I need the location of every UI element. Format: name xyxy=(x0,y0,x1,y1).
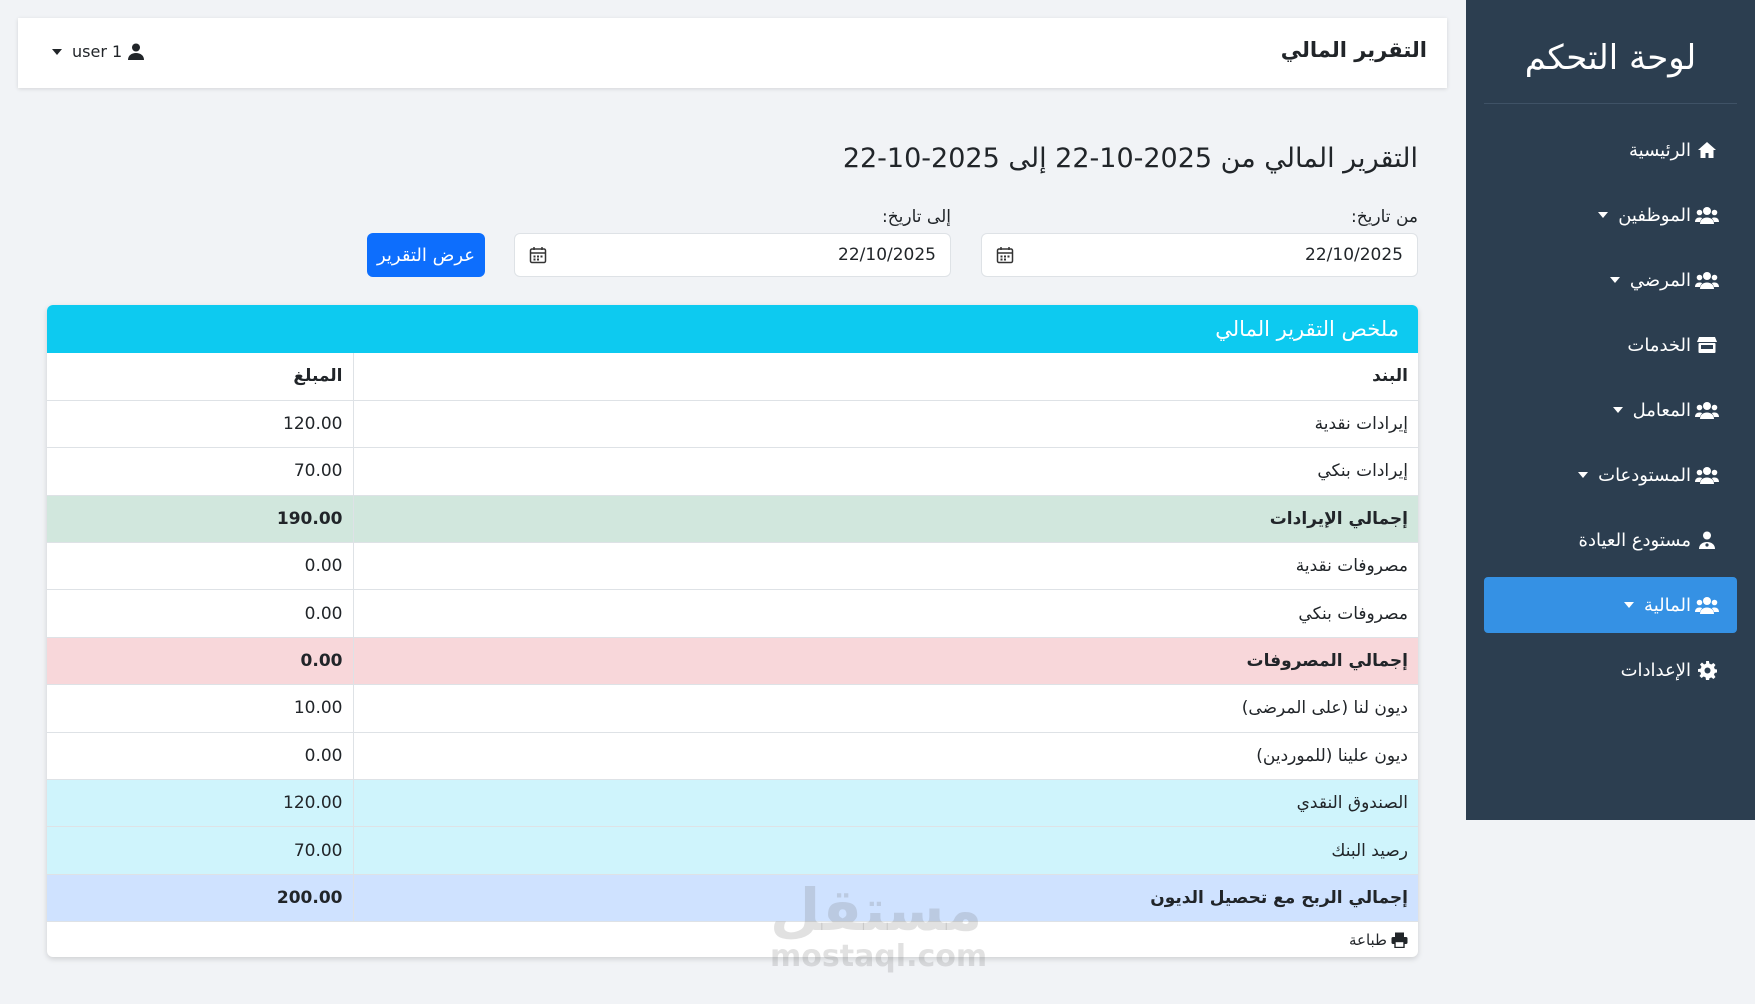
printer-icon xyxy=(1391,932,1408,949)
sidebar-item-label: الموظفين xyxy=(1618,204,1691,226)
table-row: 0.00 إجمالي المصروفات xyxy=(47,637,1418,686)
sidebar-item-label: مستودع العيادة xyxy=(1578,529,1691,551)
sidebar-item-0[interactable]: الرئيسية xyxy=(1484,122,1737,178)
store-icon xyxy=(1695,335,1719,355)
row-item: ديون علينا (للموردين) xyxy=(353,732,1418,781)
row-amount: 0.00 xyxy=(47,732,354,781)
table-row: 120.00 الصندوق النقدي xyxy=(47,779,1418,828)
chevron-down-icon xyxy=(1624,602,1635,608)
sidebar-item-3[interactable]: الخدمات xyxy=(1484,317,1737,373)
summary-table: المبلغ البند 120.00 إيرادات نقدية 70.00 إير… xyxy=(47,353,1418,923)
row-item: إيرادات نقدية xyxy=(353,400,1418,449)
users-icon xyxy=(1695,205,1719,225)
calendar-icon[interactable] xyxy=(996,246,1014,264)
sidebar-item-6[interactable]: مستودع العيادة xyxy=(1484,512,1737,568)
sidebar-item-8[interactable]: الإعدادات xyxy=(1484,642,1737,698)
row-item: رصيد البنك xyxy=(353,826,1418,875)
user-name: user 1 xyxy=(72,42,123,61)
table-row: 0.00 مصروفات بنكي xyxy=(47,589,1418,638)
show-report-button[interactable]: عرض التقرير xyxy=(367,233,485,277)
sidebar-item-label: الرئيسية xyxy=(1629,139,1691,161)
chevron-down-icon xyxy=(1612,407,1623,413)
watermark-english: mostaql.com xyxy=(770,939,988,974)
sidebar-item-2[interactable]: المرضي xyxy=(1484,252,1737,308)
row-item: إجمالي المصروفات xyxy=(353,637,1418,686)
table-row: 0.00 مصروفات نقدية xyxy=(47,542,1418,591)
table-row: 70.00 رصيد البنك xyxy=(47,826,1418,875)
sidebar-item-label: المعامل xyxy=(1632,399,1691,421)
watermark: مستقل mostaql.com xyxy=(770,876,988,974)
sidebar-item-label: الإعدادات xyxy=(1620,659,1691,681)
row-item: إجمالي الإيرادات xyxy=(353,495,1418,544)
user-doctor-icon xyxy=(1695,530,1719,550)
gear-icon xyxy=(1695,660,1719,680)
row-amount: 120.00 xyxy=(47,779,354,828)
table-row: 190.00 إجمالي الإيرادات xyxy=(47,495,1418,544)
users-icon xyxy=(1695,465,1719,485)
from-date-label: من تاريخ: xyxy=(1350,207,1418,227)
column-header-amount: المبلغ xyxy=(47,353,354,401)
table-header-row: المبلغ البند xyxy=(47,353,1418,401)
row-amount: 120.00 xyxy=(47,400,354,449)
sidebar-item-5[interactable]: المستودعات xyxy=(1484,447,1737,503)
to-date-label: إلى تاريخ: xyxy=(881,207,951,227)
row-amount: 0.00 xyxy=(47,589,354,638)
row-amount: 190.00 xyxy=(47,495,354,544)
table-row: 120.00 إيرادات نقدية xyxy=(47,400,1418,449)
row-item: مصروفات بنكي xyxy=(353,589,1418,638)
print-button[interactable]: طباعة xyxy=(1349,931,1408,949)
top-header: التقرير المالي user 1 xyxy=(18,18,1447,88)
chevron-down-icon xyxy=(52,48,62,55)
row-item: إيرادات بنكي xyxy=(353,447,1418,496)
row-item: مصروفات نقدية xyxy=(353,542,1418,591)
sidebar-item-7[interactable]: المالية xyxy=(1484,577,1737,633)
row-amount: 0.00 xyxy=(47,637,354,686)
sidebar-item-label: المرضي xyxy=(1629,269,1691,291)
to-date-value: 22/10/2025 xyxy=(838,245,936,265)
sidebar-item-label: المستودعات xyxy=(1598,464,1691,486)
from-date-input[interactable]: 22/10/2025 xyxy=(981,233,1418,277)
chevron-down-icon xyxy=(1578,472,1589,478)
chevron-down-icon xyxy=(1609,277,1620,283)
print-label: طباعة xyxy=(1348,931,1387,950)
watermark-arabic: مستقل xyxy=(770,876,983,944)
table-row: 200.00 إجمالي الربح مع تحصيل الديون xyxy=(47,874,1418,923)
row-amount: 70.00 xyxy=(47,447,354,496)
users-icon xyxy=(1695,595,1719,615)
to-date-input[interactable]: 22/10/2025 xyxy=(514,233,951,277)
row-amount: 0.00 xyxy=(47,542,354,591)
sidebar-item-4[interactable]: المعامل xyxy=(1484,382,1737,438)
sidebar: لوحة التحكم الرئيسية الموظفين المرضي الخدما… xyxy=(1466,0,1755,820)
users-icon xyxy=(1695,400,1719,420)
column-header-item: البند xyxy=(353,353,1418,401)
table-row: 70.00 إيرادات بنكي xyxy=(47,447,1418,496)
calendar-icon[interactable] xyxy=(529,246,547,264)
row-amount: 10.00 xyxy=(47,684,354,733)
users-icon xyxy=(1695,270,1719,290)
home-icon xyxy=(1695,140,1719,160)
user-icon xyxy=(128,43,145,60)
sidebar-item-1[interactable]: الموظفين xyxy=(1484,187,1737,243)
user-menu[interactable]: user 1 xyxy=(52,42,145,61)
card-title: ملخص التقرير المالي xyxy=(47,305,1418,353)
sidebar-item-label: الخدمات xyxy=(1627,334,1691,356)
row-amount: 200.00 xyxy=(47,874,354,923)
row-amount: 70.00 xyxy=(47,826,354,875)
row-item: الصندوق النقدي xyxy=(353,779,1418,828)
page-title: التقرير المالي xyxy=(1280,38,1427,62)
summary-card: ملخص التقرير المالي المبلغ البند 120.00 إ… xyxy=(47,305,1418,957)
report-heading: التقرير المالي من 2025-10-22 إلى 2025-10… xyxy=(842,143,1418,174)
table-row: 10.00 ديون لنا (على المرضى) xyxy=(47,684,1418,733)
from-date-value: 22/10/2025 xyxy=(1305,245,1403,265)
row-item: ديون لنا (على المرضى) xyxy=(353,684,1418,733)
chevron-down-icon xyxy=(1598,212,1609,218)
sidebar-title: لوحة التحكم xyxy=(1484,30,1737,104)
table-row: 0.00 ديون علينا (للموردين) xyxy=(47,732,1418,781)
sidebar-item-label: المالية xyxy=(1644,594,1691,616)
